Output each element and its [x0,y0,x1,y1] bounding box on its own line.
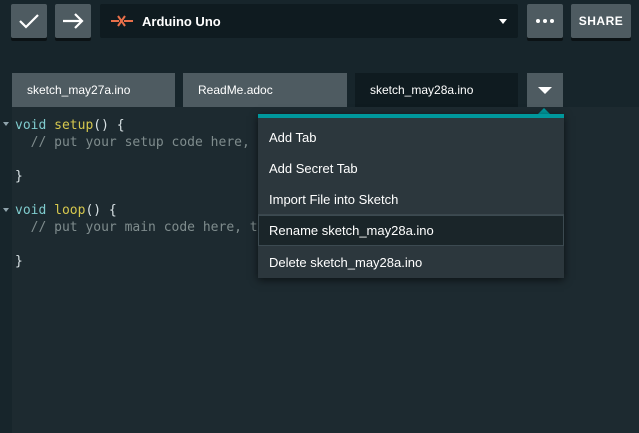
menu-item-add-secret-tab[interactable]: Add Secret Tab [258,153,564,184]
more-icon [536,19,554,23]
menu-item-delete[interactable]: Delete sketch_may28a.ino [258,247,564,278]
editor-gutter [0,107,12,433]
menu-item-import-file[interactable]: Import File into Sketch [258,184,564,215]
tab-bar: sketch_may27a.ino ReadMe.adoc sketch_may… [0,73,639,107]
board-selector[interactable]: Arduino Uno [100,4,518,38]
tab-sketch-may27a[interactable]: sketch_may27a.ino [12,73,175,107]
code-line: } [15,254,23,269]
share-button[interactable]: SHARE [571,4,631,38]
toolbar: Arduino Uno SHARE [0,0,639,58]
tab-sketch-may28a[interactable]: sketch_may28a.ino [355,73,518,107]
board-connection-icon [111,15,133,27]
fold-toggle-icon[interactable] [3,208,9,212]
chevron-down-icon [499,19,507,24]
tab-readme[interactable]: ReadMe.adoc [183,73,347,107]
menu-item-add-tab[interactable]: Add Tab [258,122,564,153]
verify-button[interactable] [11,4,47,38]
arrow-right-icon [63,13,84,29]
upload-button[interactable] [55,4,91,38]
checkmark-icon [19,14,39,29]
tab-menu-button[interactable] [527,73,563,107]
code-line: void setup() { [15,118,125,133]
board-name: Arduino Uno [142,14,221,29]
more-options-button[interactable] [527,4,563,38]
code-line: void loop() { [15,203,117,218]
menu-item-rename[interactable]: Rename sketch_may28a.ino [258,215,564,246]
code-line: } [15,169,23,184]
tab-menu: Add Tab Add Secret Tab Import File into … [258,114,564,278]
chevron-down-icon [538,87,552,94]
code-line: // put your setup code here, t [15,135,266,150]
fold-toggle-icon[interactable] [3,122,9,126]
code-line: // put your main code here, to [15,220,266,235]
